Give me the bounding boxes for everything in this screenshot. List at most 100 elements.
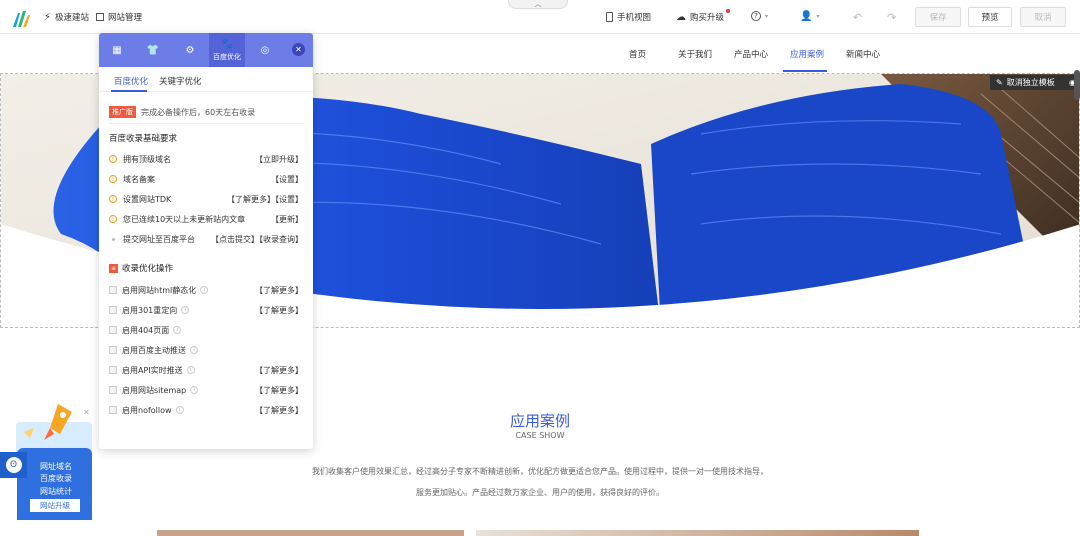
site-manage-button[interactable]: 网站管理	[96, 11, 142, 23]
logo-icon: ʘ	[5, 457, 22, 473]
nav-item-products[interactable]: 产品中心	[734, 48, 768, 60]
quick-build-button[interactable]: ⚡ 极速建站	[44, 11, 89, 24]
publish-button[interactable]: 取消	[1020, 7, 1066, 27]
action-link[interactable]: 【设置】	[271, 174, 303, 185]
notification-dot	[726, 9, 731, 13]
redo-icon: ↷	[887, 11, 897, 24]
warning-icon: !	[109, 195, 117, 203]
panel-header: ▦ 👕 ⚙ 🐾 百度优化 ◎ ✕	[99, 33, 313, 67]
promo-line: 网站统计	[40, 487, 72, 496]
basic-requirements-title: 百度收录基础要求	[109, 134, 178, 144]
user-icon: 👤	[800, 11, 813, 22]
info-icon[interactable]: i	[190, 346, 198, 354]
case-image-1[interactable]	[157, 530, 464, 536]
preview-button[interactable]: 预览	[968, 7, 1012, 27]
action-link[interactable]: 【立即升级】	[255, 154, 303, 165]
tab-layout[interactable]: ▦	[99, 33, 135, 67]
opt-item[interactable]: 启用301重定向 i 【了解更多】	[109, 303, 303, 317]
checkbox[interactable]	[109, 386, 117, 394]
list-icon: ≡	[109, 263, 118, 273]
compass-icon: ◎	[260, 44, 270, 56]
opt-item[interactable]: 启用网站sitemap i 【了解更多】	[109, 383, 303, 397]
promo-line: 百度收录	[40, 474, 72, 483]
action-link[interactable]: 【了解更多】	[255, 365, 303, 376]
basic-item: ! 域名备案 【设置】	[109, 172, 303, 186]
mobile-view-button[interactable]: 手机视图	[606, 11, 651, 23]
action-link[interactable]: 【更新】	[271, 214, 303, 225]
promo-tip: 推广版 完成必备操作后，60天左右收录	[109, 106, 255, 118]
cancel-module-button[interactable]: ✎ 取消独立模板 ◉	[990, 75, 1080, 90]
checkbox[interactable]	[109, 286, 117, 294]
basic-item: ! 您已连续10天以上未更新站内文章 【更新】	[109, 212, 303, 226]
buy-upgrade-button[interactable]: ☁ 购买升级	[676, 9, 731, 23]
collapse-toolbar-tab[interactable]: ︿	[508, 0, 568, 9]
undo-icon: ↶	[853, 11, 863, 24]
basic-item: ! 拥有顶级域名 【立即升级】	[109, 152, 303, 166]
opt-item[interactable]: 启用百度主动推送 i	[109, 343, 303, 357]
user-menu-button[interactable]: 👤 ▾	[800, 11, 819, 22]
undo-button[interactable]: ↶	[853, 11, 862, 24]
editor-toolbar: ⚡ 极速建站 网站管理 ︿ 手机视图 ☁ 购买升级 ? ▾ 👤 ▾ ↶ ↷ 保存…	[0, 0, 1080, 34]
close-icon[interactable]: ✕	[292, 43, 305, 56]
brand-logo-icon	[13, 11, 30, 27]
chevron-down-icon: ▾	[765, 12, 769, 20]
action-link[interactable]: 【点击提交】【收录查询】	[211, 234, 303, 245]
optimization-title: ≡ 收录优化操作	[109, 263, 174, 274]
panel-subtabs: 百度优化 关键字优化	[99, 67, 313, 92]
nav-item-news[interactable]: 新闻中心	[846, 48, 880, 60]
basic-item: ! 设置网站TDK 【了解更多】【设置】	[109, 192, 303, 206]
subtab-keyword[interactable]: 关键字优化	[159, 75, 202, 87]
bullet-icon	[112, 237, 115, 241]
nav-item-home[interactable]: 首页	[629, 48, 646, 60]
action-link[interactable]: 【了解更多】	[255, 285, 303, 296]
tab-theme[interactable]: 👕	[135, 33, 171, 67]
grid-icon	[96, 13, 104, 21]
action-link[interactable]: 【了解更多】	[255, 385, 303, 396]
gear-icon: ⚙	[185, 44, 195, 56]
nav-item-cases[interactable]: 应用案例	[790, 48, 824, 60]
paw-icon: 🐾	[220, 38, 234, 50]
opt-item[interactable]: 启用404页面 i	[109, 323, 303, 337]
grid-icon: ▦	[112, 44, 122, 56]
info-icon[interactable]: i	[190, 386, 199, 394]
tab-compass[interactable]: ◎	[247, 33, 283, 67]
checkbox[interactable]	[109, 326, 117, 334]
tab-settings[interactable]: ⚙	[172, 33, 208, 67]
side-tab[interactable]: ʘ	[0, 452, 27, 478]
action-link[interactable]: 【了解更多】	[255, 405, 303, 416]
opt-item[interactable]: 启用API实时推送 i 【了解更多】	[109, 363, 303, 377]
action-link[interactable]: 【了解更多】【设置】	[227, 194, 303, 205]
redo-button[interactable]: ↷	[887, 11, 896, 24]
info-icon[interactable]: i	[200, 286, 209, 294]
checkbox[interactable]	[109, 346, 117, 354]
case-image-2[interactable]	[476, 530, 919, 536]
section-desc-line2: 服务更加贴心。产品经过数万家企业、用户的使用，获得良好的评价。	[416, 488, 664, 497]
info-icon[interactable]: i	[181, 306, 190, 314]
info-icon[interactable]: i	[175, 406, 184, 414]
checkbox[interactable]	[109, 406, 117, 414]
version-badge: 推广版	[109, 106, 136, 118]
warning-icon: !	[109, 215, 117, 223]
subtab-baidu[interactable]: 百度优化	[114, 75, 148, 87]
lightning-icon: ⚡	[44, 11, 52, 23]
nav-item-about[interactable]: 关于我们	[678, 48, 712, 60]
save-button[interactable]: 保存	[915, 7, 961, 27]
action-link[interactable]: 【了解更多】	[255, 305, 303, 316]
basic-item: 提交网址至百度平台 【点击提交】【收录查询】	[109, 232, 303, 246]
checkbox[interactable]	[109, 306, 117, 314]
tab-baidu-seo[interactable]: 🐾 百度优化	[209, 33, 245, 67]
page-scrollbar[interactable]	[1074, 70, 1080, 100]
opt-item[interactable]: 启用网站html静态化 i 【了解更多】	[109, 283, 303, 297]
opt-item[interactable]: 启用nofollow i 【了解更多】	[109, 403, 303, 417]
divider	[109, 123, 303, 124]
checkbox[interactable]	[109, 366, 117, 374]
close-icon[interactable]: ✕	[83, 408, 90, 417]
upgrade-button[interactable]: 网站升级	[30, 499, 80, 512]
pencil-icon: ✎	[996, 78, 1003, 87]
promo-line: 网址域名	[40, 462, 72, 471]
help-button[interactable]: ? ▾	[751, 11, 768, 21]
info-icon[interactable]: i	[173, 326, 182, 334]
section-desc-line1: 我们收集客户使用效果汇总，经过高分子专家不断精进创新，优化配方做更适合您产品。使…	[312, 467, 768, 476]
info-icon[interactable]: i	[186, 366, 195, 374]
warning-icon: !	[109, 175, 117, 183]
